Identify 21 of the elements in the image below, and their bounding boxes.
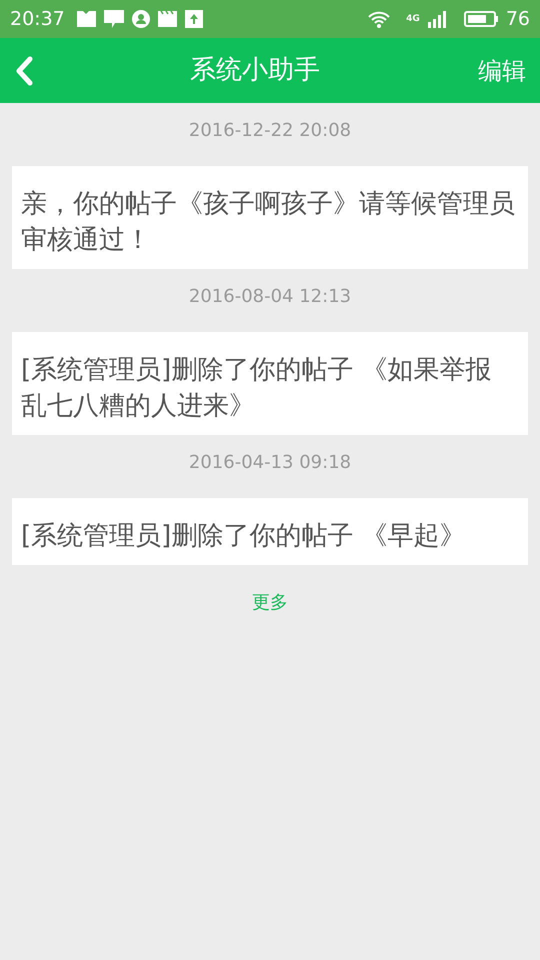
message-time: 2016-08-04 12:13: [188, 286, 352, 307]
chevron-left-icon: [14, 56, 34, 86]
battery-icon: [464, 11, 498, 27]
upload-icon: [184, 10, 203, 28]
message-time: 2016-12-22 20:08: [188, 120, 352, 141]
more-link[interactable]: 更多: [252, 592, 288, 613]
status-time: 20:37: [10, 6, 65, 32]
network-type: 4G: [406, 14, 420, 24]
signal-icon: [428, 10, 448, 28]
message-icon: [104, 10, 124, 28]
message-card: 亲，你的帖子《孩子啊孩子》请等候管理员审核通过！: [12, 166, 528, 269]
profile-icon: [132, 10, 150, 28]
message-time: 2016-04-13 09:18: [188, 452, 352, 473]
screen-title: 系统小助手: [190, 55, 320, 85]
clapper-icon: [158, 11, 177, 27]
battery-percent: 76: [506, 6, 530, 32]
message-card: [系统管理员]删除了你的帖子 《早起》: [12, 498, 528, 565]
edit-button[interactable]: 编辑: [464, 52, 540, 88]
notification-icon: [76, 11, 96, 27]
wifi-icon: [368, 10, 390, 28]
message-card: [系统管理员]删除了你的帖子 《如果举报乱七八糟的人进来》: [12, 332, 528, 435]
